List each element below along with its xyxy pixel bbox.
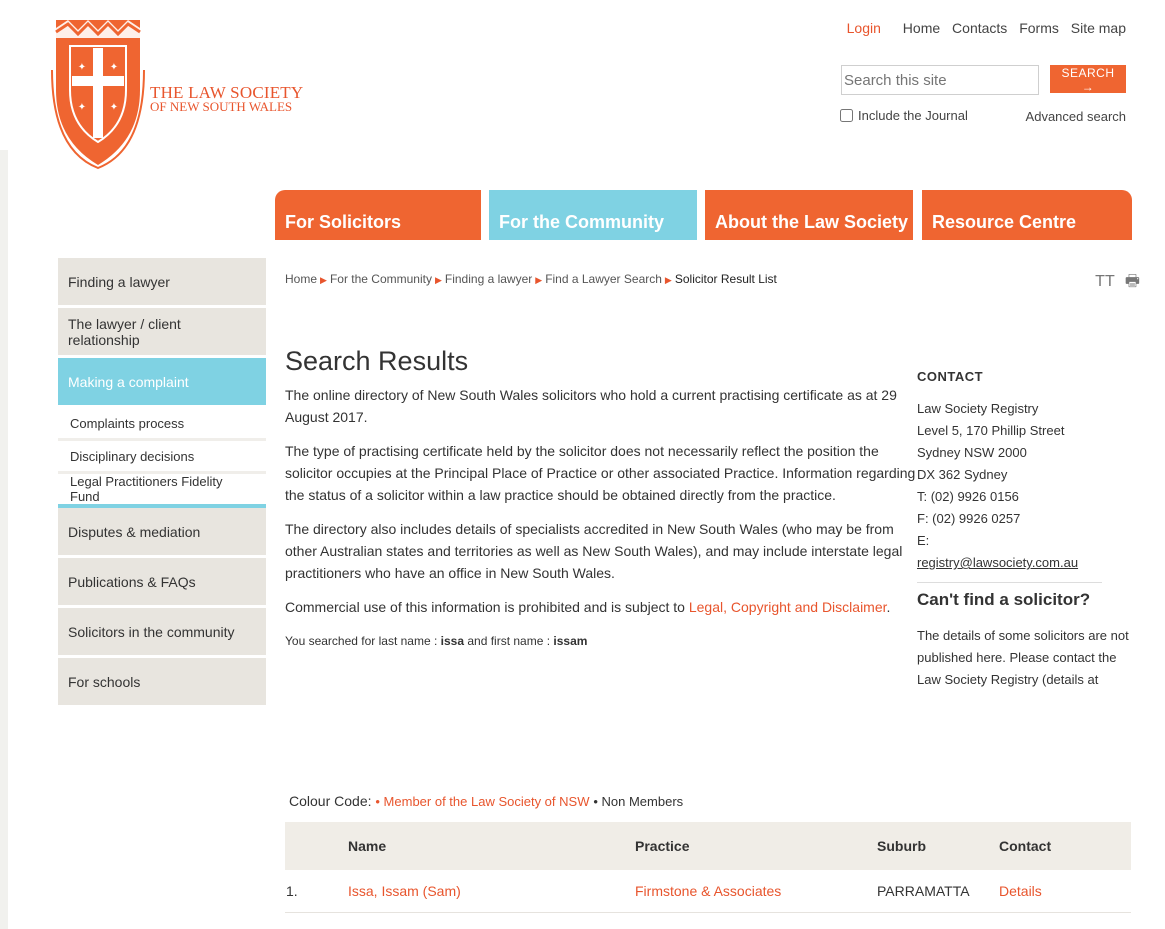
logo-line-2: OF NEW SOUTH WALES	[150, 99, 293, 114]
results-table: Name Practice Suburb Contact 1. Issa, Is…	[285, 822, 1131, 913]
header-name: Name	[347, 822, 634, 870]
sidebar-item-publications-faqs[interactable]: Publications & FAQs	[58, 558, 266, 608]
cant-find-text: The details of some solicitors are not p…	[917, 628, 1129, 687]
sidebar-item-making-a-complaint[interactable]: Making a complaint	[58, 358, 266, 408]
commercial-use-paragraph: Commercial use of this information is pr…	[285, 596, 920, 618]
specialists-paragraph: The directory also includes details of s…	[285, 521, 903, 581]
details-link[interactable]: Details	[998, 870, 1131, 913]
table-row: 1. Issa, Issam (Sam) Firmstone & Associa…	[285, 870, 1131, 913]
crest-icon: ✦ ✦ ✦ ✦	[51, 20, 145, 170]
site-map-link[interactable]: Site map	[1071, 20, 1126, 36]
contact-org: Law Society Registry	[917, 401, 1039, 416]
divider	[917, 582, 1102, 583]
breadcrumb-separator-icon: ▶	[320, 275, 327, 285]
header-suburb: Suburb	[876, 822, 998, 870]
breadcrumb-current: Solicitor Result List	[674, 272, 777, 286]
print-icon[interactable]: 🖶	[1125, 273, 1140, 290]
sidebar-subitem-disciplinary-decisions[interactable]: Disciplinary decisions	[58, 441, 266, 474]
commercial-use-end: .	[886, 599, 891, 615]
colour-code-legend: Colour Code: • Member of the Law Society…	[289, 793, 683, 809]
contact-fax: F: (02) 9926 0257	[917, 511, 1021, 526]
sidebar: Finding a lawyer The lawyer / client rel…	[58, 258, 266, 708]
sidebar-subitem-complaints-process[interactable]: Complaints process	[58, 408, 266, 441]
disclaimer-link[interactable]: Legal, Copyright and Disclaimer	[689, 599, 887, 615]
logo-text: THE LAW SOCIETY OF NEW SOUTH WALES	[150, 83, 304, 114]
search-summary: You searched for last name : issa and fi…	[285, 630, 920, 652]
advanced-search-link[interactable]: Advanced search	[1026, 109, 1126, 124]
breadcrumb-find-a-lawyer-search[interactable]: Find a Lawyer Search	[545, 272, 662, 286]
contacts-link[interactable]: Contacts	[952, 20, 1007, 36]
colour-code-label: Colour Code:	[289, 793, 372, 809]
searched-last-name: issa	[440, 634, 465, 648]
commercial-use-text: Commercial use of this information is pr…	[285, 599, 689, 615]
breadcrumb-home[interactable]: Home	[285, 272, 317, 286]
utility-nav: Login Home Contacts Forms Site map	[839, 20, 1126, 36]
svg-text:✦: ✦	[78, 62, 86, 73]
page-title: Search Results	[285, 346, 469, 376]
row-number: 1.	[285, 870, 347, 913]
law-society-logo[interactable]: ✦ ✦ ✦ ✦ THE LAW SOCIETY OF NEW SOUTH WAL…	[48, 10, 308, 170]
header-number	[285, 822, 347, 870]
practice-link[interactable]: Firmstone & Associates	[634, 870, 876, 913]
include-journal-label: Include the Journal	[858, 108, 968, 123]
include-journal-option[interactable]: Include the Journal	[840, 108, 968, 123]
contact-phone: T: (02) 9926 0156	[917, 489, 1019, 504]
breadcrumb: Home ▶ For the Community ▶ Finding a lawyer ▶…	[285, 272, 777, 286]
svg-text:✦: ✦	[110, 102, 118, 113]
tab-resource-centre[interactable]: Resource Centre	[922, 190, 1132, 240]
svg-text:✦: ✦	[110, 62, 118, 73]
tab-for-the-community[interactable]: For the Community	[489, 190, 697, 240]
search-button[interactable]: SEARCH →	[1050, 65, 1126, 94]
sidebar-item-disputes-mediation[interactable]: Disputes & mediation	[58, 508, 266, 558]
contact-email-label: E:	[917, 533, 930, 548]
contact-email-link[interactable]: registry@lawsociety.com.au	[917, 552, 1132, 574]
svg-text:✦: ✦	[78, 102, 86, 113]
searched-first-name: issam	[553, 634, 588, 648]
tab-about-the-law-society[interactable]: About the Law Society	[705, 190, 913, 240]
login-link[interactable]: Login	[847, 20, 881, 36]
search-input[interactable]	[841, 65, 1039, 95]
contact-dx: DX 362 Sydney	[917, 467, 1008, 482]
text-size-icon[interactable]: TT	[1095, 273, 1114, 290]
member-legend: • Member of the Law Society of NSW	[375, 794, 590, 809]
suburb-cell: PARRAMATTA	[876, 870, 998, 913]
sidebar-item-lawyer-client-relationship[interactable]: The lawyer / client relationship	[58, 308, 266, 358]
breadcrumb-separator-icon: ▶	[664, 275, 672, 285]
page-tools: TT 🖶	[1089, 270, 1140, 297]
certificate-paragraph: The type of practising certificate held …	[285, 443, 916, 503]
contact-address-2: Sydney NSW 2000	[917, 445, 1027, 460]
contact-panel: CONTACT Law Society Registry Level 5, 17…	[917, 366, 1132, 691]
search-summary-prefix: You searched for last name :	[285, 634, 441, 648]
header-practice: Practice	[634, 822, 876, 870]
results-header-row: Name Practice Suburb Contact	[285, 822, 1131, 870]
intro-paragraph: The online directory of New South Wales …	[285, 387, 897, 425]
breadcrumb-for-the-community[interactable]: For the Community	[330, 272, 432, 286]
contact-heading: CONTACT	[917, 369, 984, 384]
home-link[interactable]: Home	[903, 20, 940, 36]
tab-for-solicitors[interactable]: For Solicitors	[275, 190, 481, 240]
cant-find-heading: Can't find a solicitor?	[917, 590, 1091, 609]
breadcrumb-finding-a-lawyer[interactable]: Finding a lawyer	[445, 272, 532, 286]
sidebar-subitem-fidelity-fund[interactable]: Legal Practitioners Fidelity Fund	[58, 474, 266, 508]
search-summary-mid: and first name :	[464, 634, 554, 648]
sidebar-item-solicitors-in-community[interactable]: Solicitors in the community	[58, 608, 266, 658]
include-journal-checkbox[interactable]	[840, 109, 853, 122]
logo-line-1: THE LAW SOCIETY	[150, 83, 304, 102]
sidebar-item-for-schools[interactable]: For schools	[58, 658, 266, 708]
page-left-edge	[0, 150, 8, 929]
header-contact: Contact	[998, 822, 1131, 870]
forms-link[interactable]: Forms	[1019, 20, 1059, 36]
contact-address-1: Level 5, 170 Phillip Street	[917, 423, 1065, 438]
solicitor-name-link[interactable]: Issa, Issam (Sam)	[347, 870, 634, 913]
breadcrumb-separator-icon: ▶	[535, 275, 543, 285]
breadcrumb-separator-icon: ▶	[434, 275, 442, 285]
sidebar-item-finding-a-lawyer[interactable]: Finding a lawyer	[58, 258, 266, 308]
main-content: Search Results The online directory of N…	[285, 346, 920, 652]
non-member-legend: • Non Members	[593, 794, 684, 809]
